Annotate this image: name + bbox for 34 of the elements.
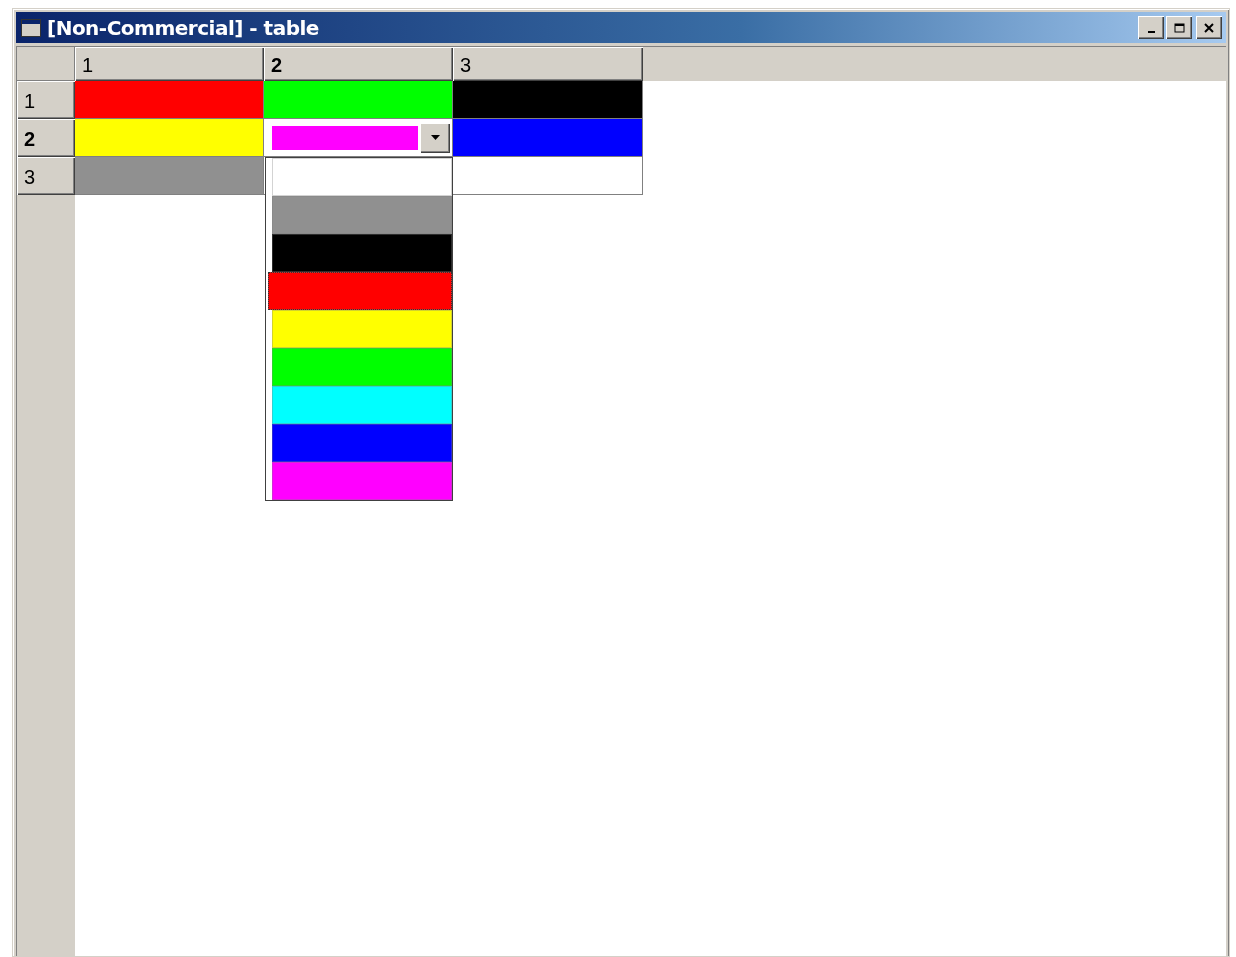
color-option[interactable] (272, 424, 452, 462)
color-cell[interactable] (453, 157, 643, 195)
color-dropdown[interactable] (264, 119, 453, 157)
color-cell[interactable] (453, 81, 643, 119)
maximize-icon (1173, 22, 1185, 33)
row-header[interactable]: 1 (17, 81, 75, 119)
dropdown-button[interactable] (420, 122, 450, 153)
close-button[interactable] (1196, 16, 1222, 39)
corner-header (17, 47, 75, 81)
minimize-button[interactable] (1138, 16, 1164, 39)
close-icon (1204, 22, 1214, 33)
column-header[interactable]: 3 (453, 47, 643, 81)
color-option[interactable] (272, 310, 452, 348)
color-cell[interactable] (453, 119, 643, 157)
color-cell[interactable] (75, 119, 264, 157)
color-option[interactable] (272, 348, 452, 386)
color-option[interactable] (268, 272, 452, 310)
caret-icon (430, 135, 440, 140)
window-icon (21, 18, 41, 37)
row-header[interactable]: 2 (17, 119, 75, 157)
column-header[interactable]: 1 (75, 47, 264, 81)
color-cell[interactable] (75, 157, 264, 195)
minimize-icon (1147, 30, 1155, 33)
color-option[interactable] (272, 158, 452, 196)
color-option[interactable] (272, 196, 452, 234)
color-option[interactable] (272, 234, 452, 272)
color-option[interactable] (272, 386, 452, 424)
maximize-button[interactable] (1166, 16, 1192, 39)
color-option[interactable] (272, 462, 452, 500)
color-cell[interactable] (75, 81, 264, 119)
color-cell[interactable] (264, 81, 453, 119)
window-title: [Non-Commercial] - table (47, 15, 319, 40)
row-header[interactable]: 3 (17, 157, 75, 195)
column-header[interactable]: 2 (264, 47, 453, 81)
